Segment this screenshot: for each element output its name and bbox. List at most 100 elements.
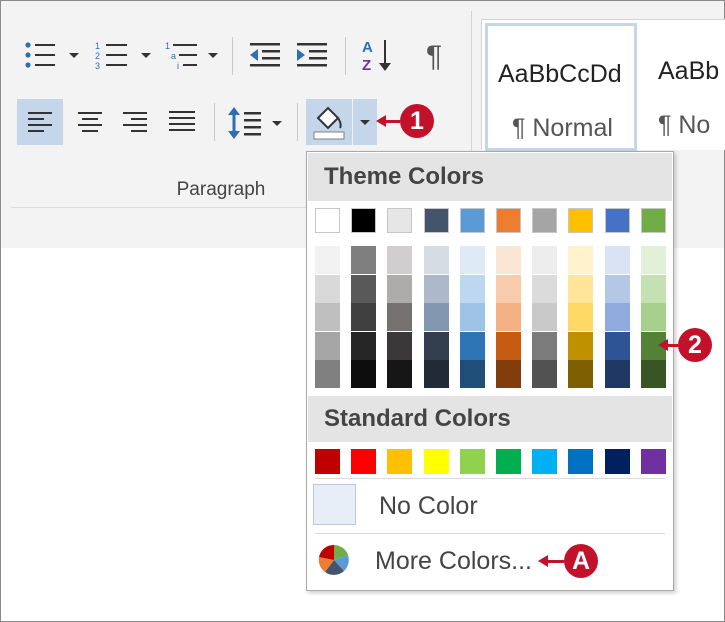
theme-shade-swatch[interactable] bbox=[496, 303, 521, 331]
theme-color-swatch[interactable] bbox=[423, 208, 449, 233]
theme-shade-swatch[interactable] bbox=[640, 246, 666, 274]
theme-shade-swatch[interactable] bbox=[568, 274, 594, 303]
align-left-button[interactable] bbox=[17, 99, 63, 145]
bullets-dropdown-arrow[interactable] bbox=[69, 53, 79, 58]
theme-color-swatch[interactable] bbox=[532, 208, 558, 233]
numbering-button[interactable]: 1 2 3 bbox=[91, 37, 133, 73]
standard-color-swatch[interactable] bbox=[568, 449, 594, 474]
standard-color-swatch[interactable] bbox=[387, 449, 413, 474]
standard-color-swatch[interactable] bbox=[423, 449, 449, 474]
theme-shade-swatch[interactable] bbox=[387, 303, 413, 331]
theme-shade-swatch[interactable] bbox=[423, 331, 449, 360]
callout-line bbox=[548, 559, 564, 563]
theme-shade-swatch[interactable] bbox=[532, 246, 558, 274]
theme-shade-swatch[interactable] bbox=[496, 246, 521, 274]
separator bbox=[214, 103, 215, 141]
theme-shade-swatch[interactable] bbox=[604, 246, 630, 274]
theme-shade-swatch[interactable] bbox=[423, 246, 449, 274]
no-color-item[interactable]: No Color bbox=[307, 478, 671, 533]
callout-badge: 1 bbox=[400, 104, 434, 138]
theme-shade-swatch[interactable] bbox=[315, 360, 340, 388]
standard-color-swatch[interactable] bbox=[351, 449, 377, 474]
theme-shade-swatch[interactable] bbox=[532, 331, 558, 360]
theme-shade-swatch[interactable] bbox=[315, 246, 340, 274]
theme-shade-swatch[interactable] bbox=[315, 303, 340, 331]
theme-shade-swatch[interactable] bbox=[459, 246, 485, 274]
standard-color-swatch[interactable] bbox=[315, 449, 340, 474]
theme-shade-swatch[interactable] bbox=[532, 274, 558, 303]
theme-shade-swatch[interactable] bbox=[459, 274, 485, 303]
style-no-spacing[interactable]: AaBb ¶ No bbox=[648, 23, 725, 151]
theme-shade-swatch[interactable] bbox=[496, 360, 521, 388]
decrease-indent-button[interactable] bbox=[245, 37, 285, 73]
theme-shade-swatch[interactable] bbox=[351, 274, 377, 303]
shading-dropdown-button[interactable] bbox=[353, 99, 377, 145]
multilevel-list-button[interactable]: 1 a i bbox=[161, 37, 203, 73]
theme-shade-swatch[interactable] bbox=[351, 246, 377, 274]
theme-shade-swatch[interactable] bbox=[387, 331, 413, 360]
show-hide-formatting-button[interactable]: ¶ bbox=[417, 37, 457, 73]
theme-shade-swatch[interactable] bbox=[568, 331, 594, 360]
theme-shade-swatch[interactable] bbox=[459, 360, 485, 388]
separator bbox=[345, 37, 346, 75]
standard-color-swatch[interactable] bbox=[640, 449, 666, 474]
separator bbox=[297, 103, 298, 141]
theme-shade-swatch[interactable] bbox=[387, 246, 413, 274]
style-normal[interactable]: AaBbCcDd ¶ Normal bbox=[485, 23, 637, 151]
standard-color-swatch[interactable] bbox=[604, 449, 630, 474]
theme-shade-swatch[interactable] bbox=[423, 360, 449, 388]
theme-color-swatch[interactable] bbox=[640, 208, 666, 233]
theme-shade-swatch[interactable] bbox=[423, 274, 449, 303]
svg-text:¶: ¶ bbox=[426, 40, 442, 70]
theme-color-swatch[interactable] bbox=[459, 208, 485, 233]
theme-color-swatch[interactable] bbox=[351, 208, 377, 233]
increase-indent-button[interactable] bbox=[292, 37, 332, 73]
shading-button[interactable] bbox=[306, 99, 352, 145]
theme-shade-swatch[interactable] bbox=[532, 360, 558, 388]
theme-shade-swatch[interactable] bbox=[640, 303, 666, 331]
theme-shade-swatch[interactable] bbox=[640, 274, 666, 303]
theme-shade-swatch[interactable] bbox=[351, 360, 377, 388]
theme-color-swatch[interactable] bbox=[604, 208, 630, 233]
theme-shade-swatch[interactable] bbox=[604, 274, 630, 303]
theme-shade-swatch[interactable] bbox=[568, 303, 594, 331]
theme-color-swatch[interactable] bbox=[315, 208, 340, 233]
theme-shade-swatch[interactable] bbox=[496, 331, 521, 360]
theme-shade-swatch[interactable] bbox=[315, 331, 340, 360]
theme-shade-swatch[interactable] bbox=[351, 303, 377, 331]
theme-shade-swatch[interactable] bbox=[459, 303, 485, 331]
align-right-button[interactable] bbox=[112, 99, 158, 145]
theme-shade-swatch[interactable] bbox=[423, 303, 449, 331]
more-colors-item[interactable]: More Colors... bbox=[307, 535, 671, 588]
theme-color-swatch[interactable] bbox=[568, 208, 594, 233]
theme-shade-swatch[interactable] bbox=[387, 274, 413, 303]
theme-shade-swatch[interactable] bbox=[532, 303, 558, 331]
theme-shade-swatch[interactable] bbox=[604, 303, 630, 331]
numbering-dropdown-arrow[interactable] bbox=[141, 53, 151, 58]
line-spacing-button[interactable] bbox=[223, 101, 267, 145]
standard-color-swatch[interactable] bbox=[496, 449, 521, 474]
theme-shade-swatch[interactable] bbox=[568, 246, 594, 274]
standard-colors-header: Standard Colors bbox=[308, 396, 672, 442]
theme-shade-swatch[interactable] bbox=[387, 360, 413, 388]
color-wheel-icon bbox=[318, 544, 349, 575]
no-color-label: No Color bbox=[379, 492, 478, 520]
theme-shade-swatch[interactable] bbox=[568, 360, 594, 388]
standard-color-swatch[interactable] bbox=[459, 449, 485, 474]
theme-shade-swatch[interactable] bbox=[459, 331, 485, 360]
theme-shade-swatch[interactable] bbox=[604, 331, 630, 360]
line-spacing-dropdown-arrow[interactable] bbox=[272, 121, 282, 126]
theme-color-swatch[interactable] bbox=[387, 208, 413, 233]
theme-shade-swatch[interactable] bbox=[351, 331, 377, 360]
theme-shade-swatch[interactable] bbox=[604, 360, 630, 388]
center-button[interactable] bbox=[67, 99, 113, 145]
standard-color-swatch[interactable] bbox=[532, 449, 558, 474]
sort-button[interactable]: A Z bbox=[357, 35, 399, 75]
multilevel-dropdown-arrow[interactable] bbox=[208, 53, 218, 58]
theme-shade-swatch[interactable] bbox=[496, 274, 521, 303]
theme-shade-swatch[interactable] bbox=[640, 360, 666, 388]
theme-color-swatch[interactable] bbox=[496, 208, 521, 233]
theme-shade-swatch[interactable] bbox=[315, 274, 340, 303]
bullets-button[interactable] bbox=[19, 37, 61, 73]
justify-button[interactable] bbox=[159, 99, 205, 145]
